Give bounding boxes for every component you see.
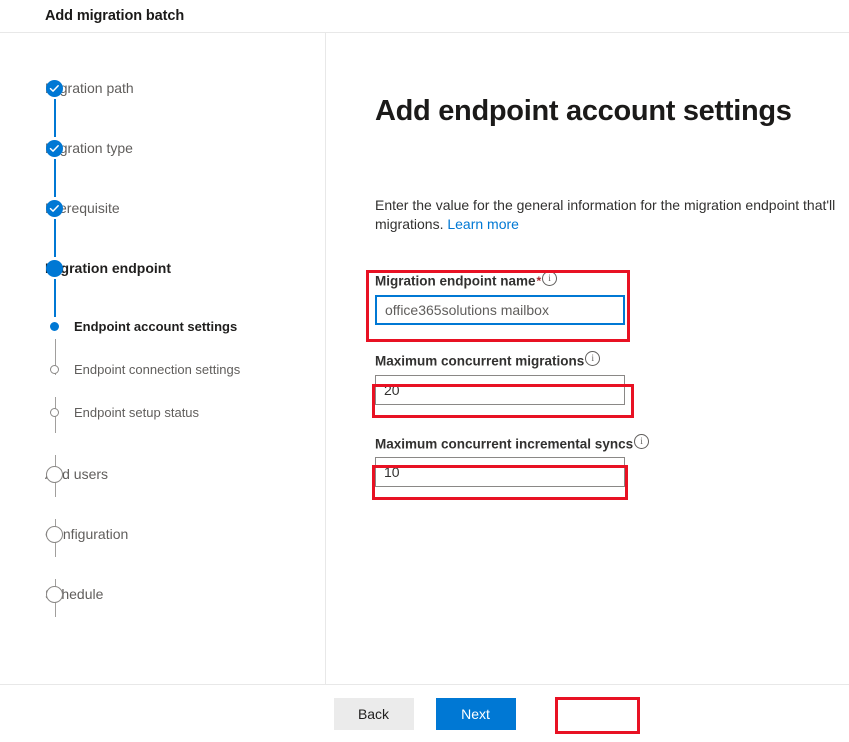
next-button[interactable]: Next (435, 697, 516, 730)
max-concurrent-migrations-input[interactable] (375, 374, 625, 405)
step-gap (0, 421, 326, 463)
step-connector-3 (54, 219, 56, 257)
step-gap (0, 219, 326, 257)
sidebar-item-migration-type[interactable]: Migration type (0, 137, 326, 159)
step-gap (0, 545, 326, 583)
wizard-shell: Migration path Migration type Prerequisi… (0, 33, 849, 742)
sidebar-item-migration-path[interactable]: Migration path (0, 77, 326, 99)
page-description: Enter the value for the general informat… (375, 196, 849, 234)
step-gap (0, 335, 326, 360)
sidebar-item-schedule[interactable]: Schedule (0, 583, 326, 605)
step-gap (0, 159, 326, 197)
endpoint-name-input[interactable] (375, 295, 625, 326)
substep-current-icon (50, 321, 59, 331)
step-complete-icon (46, 199, 63, 217)
wizard-content-pane: Add endpoint account settings Enter the … (326, 33, 849, 685)
step-incomplete-icon (46, 465, 63, 483)
endpoint-account-settings-form: Migration endpoint name*i Maximum concur… (375, 270, 675, 512)
max-concurrent-migrations-label-text: Maximum concurrent migrations (375, 353, 585, 369)
sidebar-item-configuration[interactable]: Configuration (0, 523, 326, 545)
sidebar-item-endpoint-setup-status[interactable]: Endpoint setup status (0, 403, 326, 421)
sidebar-item-add-users[interactable]: Add users (0, 463, 326, 485)
step-complete-icon (46, 79, 63, 97)
sidebar-item-label: Endpoint account settings (74, 318, 238, 334)
wizard-step-sidebar: Migration path Migration type Prerequisi… (0, 33, 326, 685)
required-asterisk-icon: * (536, 274, 542, 289)
step-connector-4 (54, 279, 56, 317)
step-gap (0, 485, 326, 523)
sidebar-item-label: Endpoint connection settings (74, 361, 241, 377)
endpoint-name-label-text: Migration endpoint name (375, 273, 536, 289)
sidebar-item-label: Endpoint setup status (74, 404, 200, 420)
field-max-concurrent-incremental-syncs: Maximum concurrent incremental syncs i (375, 433, 675, 488)
sidebar-item-migration-endpoint[interactable]: Migration endpoint (0, 257, 326, 279)
sidebar-item-endpoint-connection-settings[interactable]: Endpoint connection settings (0, 360, 326, 378)
wizard-footer: Back Next (0, 684, 849, 742)
substep-incomplete-icon (50, 407, 59, 417)
endpoint-name-label: Migration endpoint name* i (375, 270, 558, 295)
page-title: Add endpoint account settings (375, 95, 792, 127)
step-gap (0, 279, 326, 317)
field-endpoint-name: Migration endpoint name* i (375, 270, 675, 326)
sidebar-item-label: Migration endpoint (45, 260, 171, 276)
info-icon[interactable]: i (634, 433, 650, 449)
max-concurrent-incremental-syncs-input[interactable] (375, 457, 625, 488)
window-title: Add migration batch (45, 8, 185, 24)
step-incomplete-icon (46, 585, 63, 603)
step-gap (0, 99, 326, 137)
substep-incomplete-icon (50, 364, 59, 374)
wizard-body: Migration path Migration type Prerequisi… (0, 33, 849, 685)
window-title-bar: Add migration batch (0, 0, 849, 33)
page-description-text: Enter the value for the general informat… (375, 197, 836, 232)
info-icon[interactable]: i (542, 271, 558, 286)
max-concurrent-migrations-label: Maximum concurrent migrations i (375, 350, 601, 375)
learn-more-link[interactable]: Learn more (447, 216, 519, 232)
max-concurrent-incremental-syncs-label: Maximum concurrent incremental syncs i (375, 433, 650, 458)
step-complete-icon (46, 139, 63, 157)
field-max-concurrent-migrations: Maximum concurrent migrations i (375, 350, 675, 405)
step-current-icon (46, 259, 63, 277)
step-connector-1 (54, 99, 56, 137)
max-concurrent-incremental-syncs-label-text: Maximum concurrent incremental syncs (375, 436, 634, 452)
back-button[interactable]: Back (333, 697, 414, 730)
step-connector-2 (54, 159, 56, 197)
step-gap (0, 378, 326, 403)
wizard-step-list: Migration path Migration type Prerequisi… (0, 77, 326, 617)
step-incomplete-icon (46, 525, 63, 543)
sidebar-item-prerequisite[interactable]: Prerequisite (0, 197, 326, 219)
sidebar-item-endpoint-account-settings[interactable]: Endpoint account settings (0, 317, 326, 335)
info-icon[interactable]: i (585, 351, 601, 367)
